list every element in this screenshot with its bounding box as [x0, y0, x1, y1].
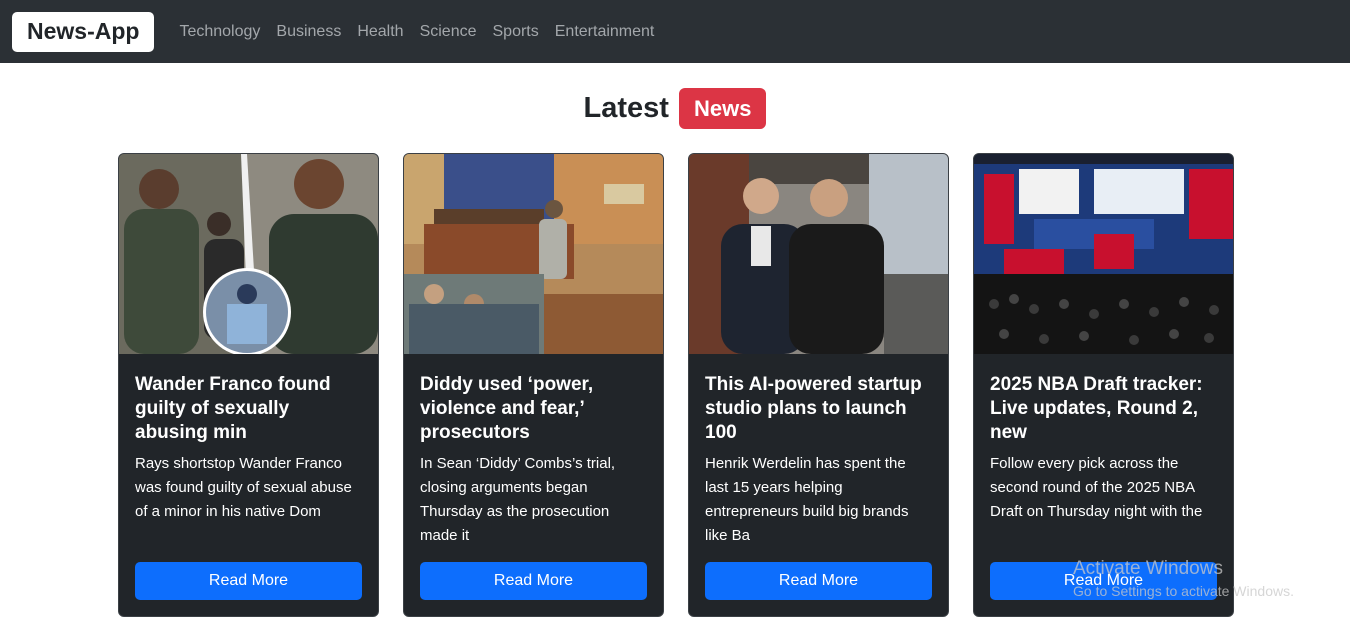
news-card: Wander Franco found guilty of sexually a… [118, 153, 379, 617]
news-card: Diddy used ‘power, violence and fear,’ p… [403, 153, 664, 617]
news-card-image [974, 154, 1233, 354]
news-card-description: Rays shortstop Wander Franco was found g… [135, 455, 352, 520]
news-card: 2025 NBA Draft tracker: Live updates, Ro… [973, 153, 1234, 617]
news-card-description: In Sean ‘Diddy’ Combs’s trial, closing a… [420, 455, 616, 544]
news-card-description: Follow every pick across the second roun… [990, 455, 1203, 520]
news-card-title: 2025 NBA Draft tracker: Live updates, Ro… [990, 374, 1203, 443]
news-card: This AI-powered startup studio plans to … [688, 153, 949, 617]
heading-badge: News [678, 88, 767, 129]
news-card-image [404, 154, 663, 354]
nav-link-business[interactable]: Business [268, 23, 349, 41]
nav-links: Technology Business Health Science Sport… [171, 23, 662, 41]
read-more-button[interactable]: Read More [135, 562, 362, 600]
news-card-image [689, 154, 948, 354]
nav-link-health[interactable]: Health [349, 23, 411, 41]
nav-link-sports[interactable]: Sports [485, 23, 547, 41]
news-card-description: Henrik Werdelin has spent the last 15 ye… [705, 455, 909, 544]
brand-logo[interactable]: News-App [12, 11, 155, 52]
heading-text: Latest [583, 92, 669, 124]
nav-link-science[interactable]: Science [412, 23, 485, 41]
news-card-title: Diddy used ‘power, violence and fear,’ p… [420, 374, 594, 443]
page-heading: Latest News [0, 88, 1350, 129]
news-card-image [119, 154, 378, 354]
nav-link-entertainment[interactable]: Entertainment [547, 23, 663, 41]
read-more-button[interactable]: Read More [990, 562, 1217, 600]
read-more-button[interactable]: Read More [420, 562, 647, 600]
nav-link-technology[interactable]: Technology [171, 23, 268, 41]
read-more-button[interactable]: Read More [705, 562, 932, 600]
news-card-title: This AI-powered startup studio plans to … [705, 374, 922, 443]
news-card-title: Wander Franco found guilty of sexually a… [135, 374, 331, 443]
navbar: News-App Technology Business Health Scie… [0, 0, 1350, 63]
